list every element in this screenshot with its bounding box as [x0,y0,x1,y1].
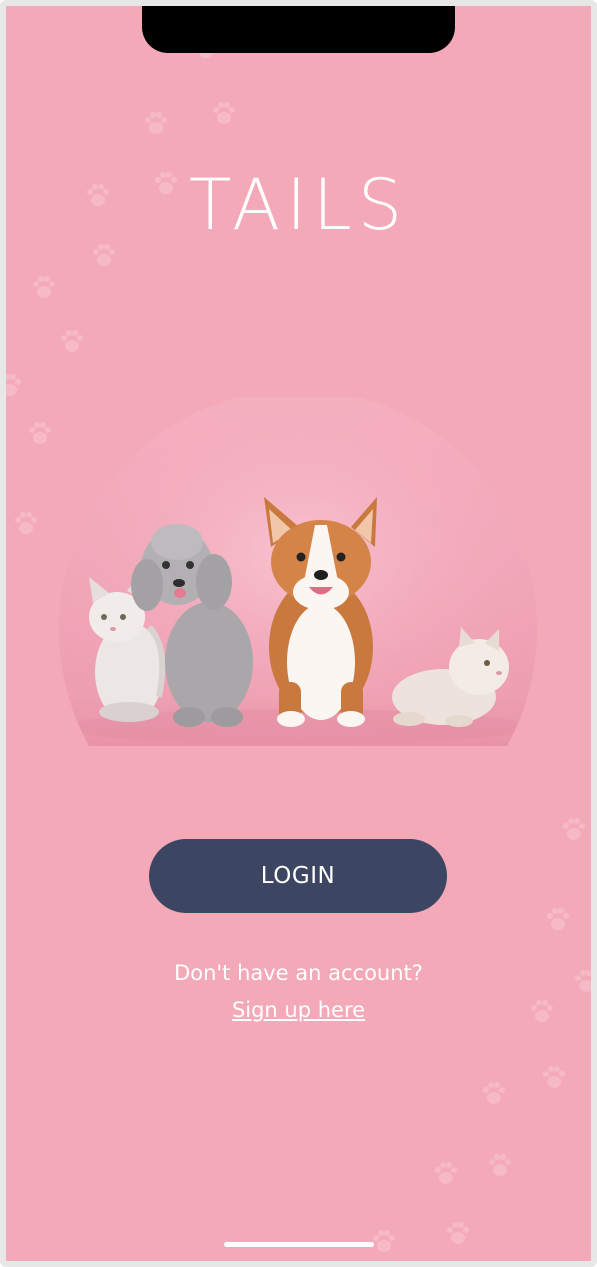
device-notch [142,6,455,53]
phone-frame: TAILS LOGIN Don't have an account? Sign … [0,0,597,1267]
login-button[interactable]: LOGIN [149,839,447,913]
hero-image [59,397,537,746]
app-title: TAILS [188,164,409,246]
home-indicator[interactable] [224,1242,374,1247]
screen: TAILS LOGIN Don't have an account? Sign … [6,6,591,1261]
corgi [264,497,377,727]
signup-link[interactable]: Sign up here [6,998,591,1022]
no-account-prompt: Don't have an account? [174,961,423,985]
